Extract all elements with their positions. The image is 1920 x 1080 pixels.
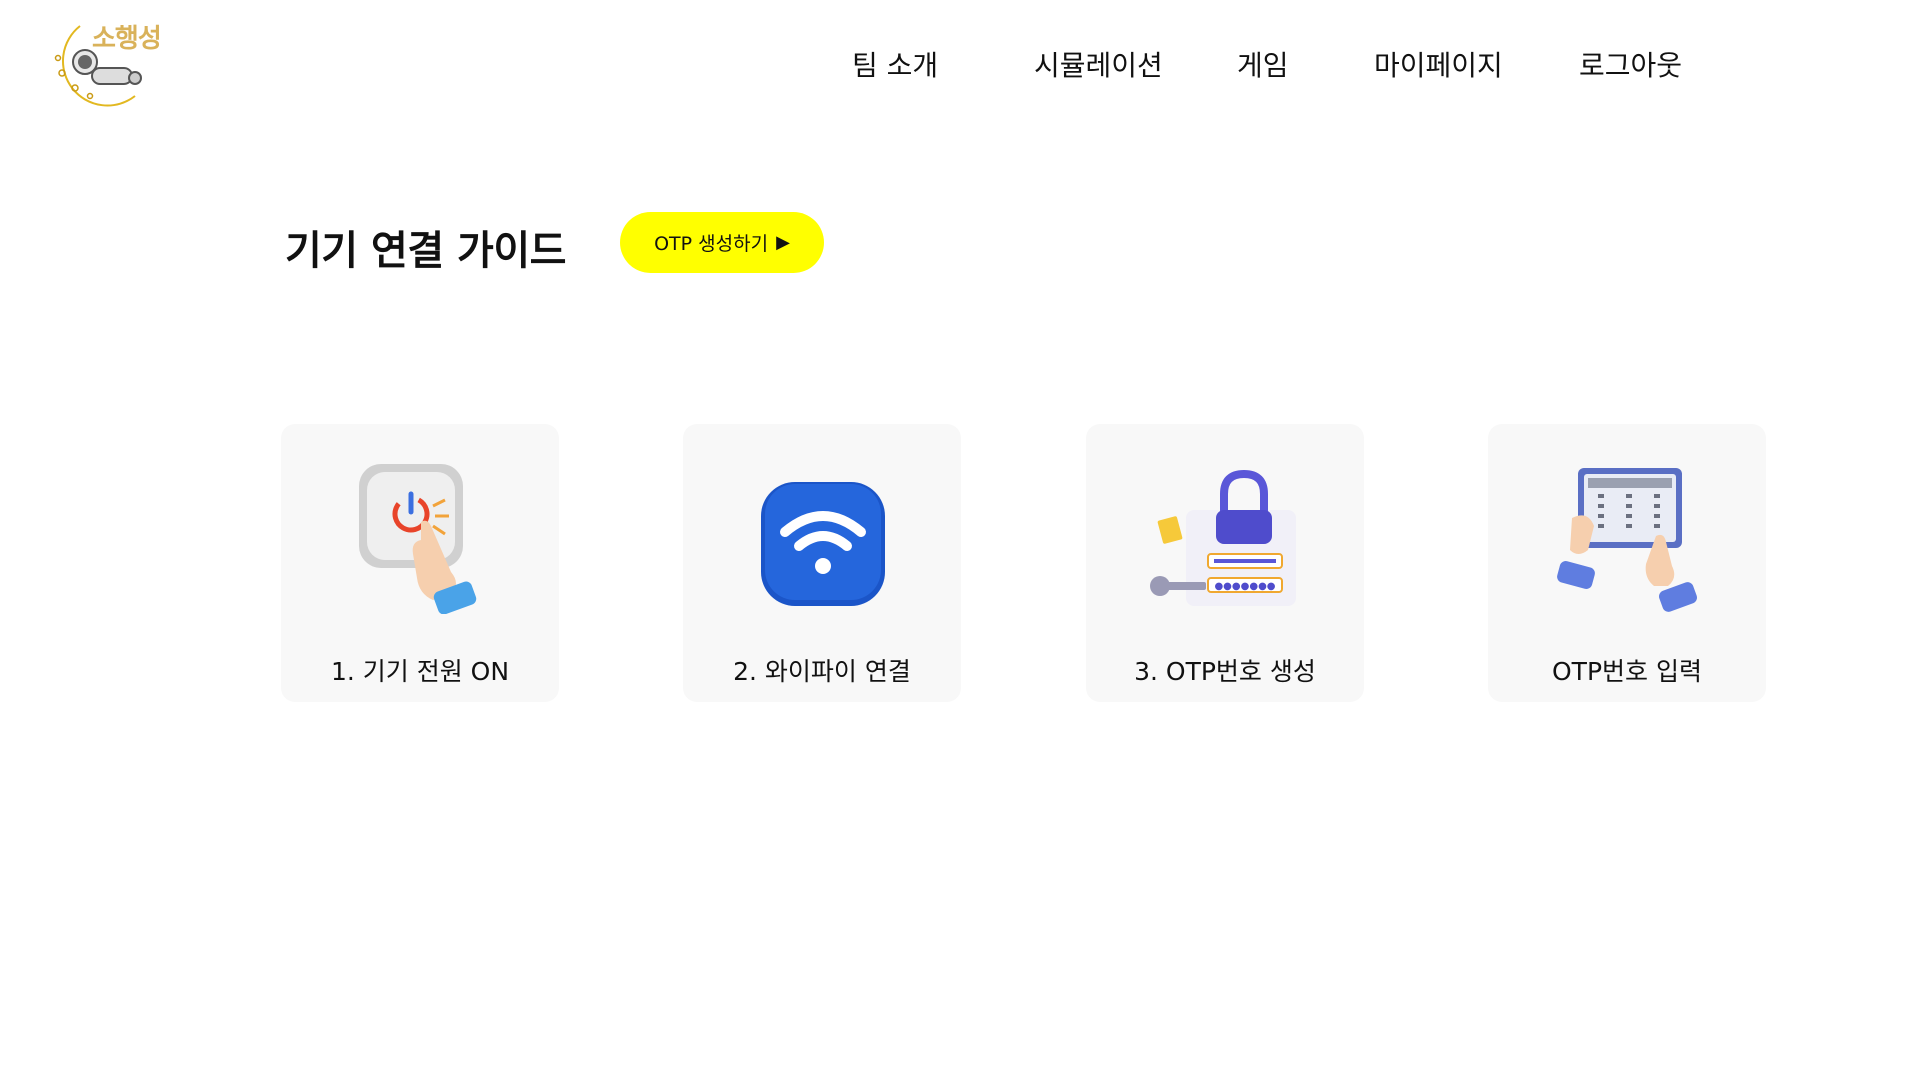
otp-lock-icon: ●●●●●●● (1150, 469, 1296, 606)
nav-game[interactable]: 게임 (1237, 44, 1289, 84)
nav-simulation[interactable]: 시뮬레이션 (1034, 44, 1163, 84)
page-title: 기기 연결 가이드 (285, 228, 566, 274)
logo[interactable]: 소행성 (40, 18, 170, 108)
nav-team-intro[interactable]: 팀 소개 (852, 44, 938, 84)
wifi-icon (761, 482, 885, 606)
otp-button-label: OTP 생성하기 (654, 233, 769, 255)
step-label: 2. 와이파이 연결 (733, 657, 911, 686)
logo-text: 소행성 (92, 24, 162, 54)
step-card-otp-generate[interactable]: ●●●●●●● 3. OTP번호 생성 (1086, 424, 1364, 702)
power-button-icon (359, 464, 477, 614)
step-label: OTP번호 입력 (1552, 657, 1702, 686)
step-label: 1. 기기 전원 ON (330, 657, 510, 686)
step-card-power[interactable]: 1. 기기 전원 ON (281, 424, 559, 702)
header: 소행성 팀 소개 시뮬레이션 게임 마이페이지 로그아웃 (0, 0, 1920, 120)
keypad-tablet-icon (1557, 468, 1697, 612)
step-card-otp-input[interactable]: OTP번호 입력 (1488, 424, 1766, 702)
otp-generate-button[interactable]: OTP 생성하기 ▶ (620, 212, 824, 273)
nav-logout[interactable]: 로그아웃 (1579, 44, 1682, 84)
title-row: 기기 연결 가이드 OTP 생성하기 ▶ (0, 210, 1920, 280)
step-card-wifi[interactable]: 2. 와이파이 연결 (683, 424, 961, 702)
nav-mypage[interactable]: 마이페이지 (1374, 44, 1503, 84)
svg-text:●●●●●●●: ●●●●●●● (1214, 581, 1275, 592)
step-label: 3. OTP번호 생성 (1134, 657, 1316, 686)
play-arrow-icon: ▶ (776, 232, 790, 253)
